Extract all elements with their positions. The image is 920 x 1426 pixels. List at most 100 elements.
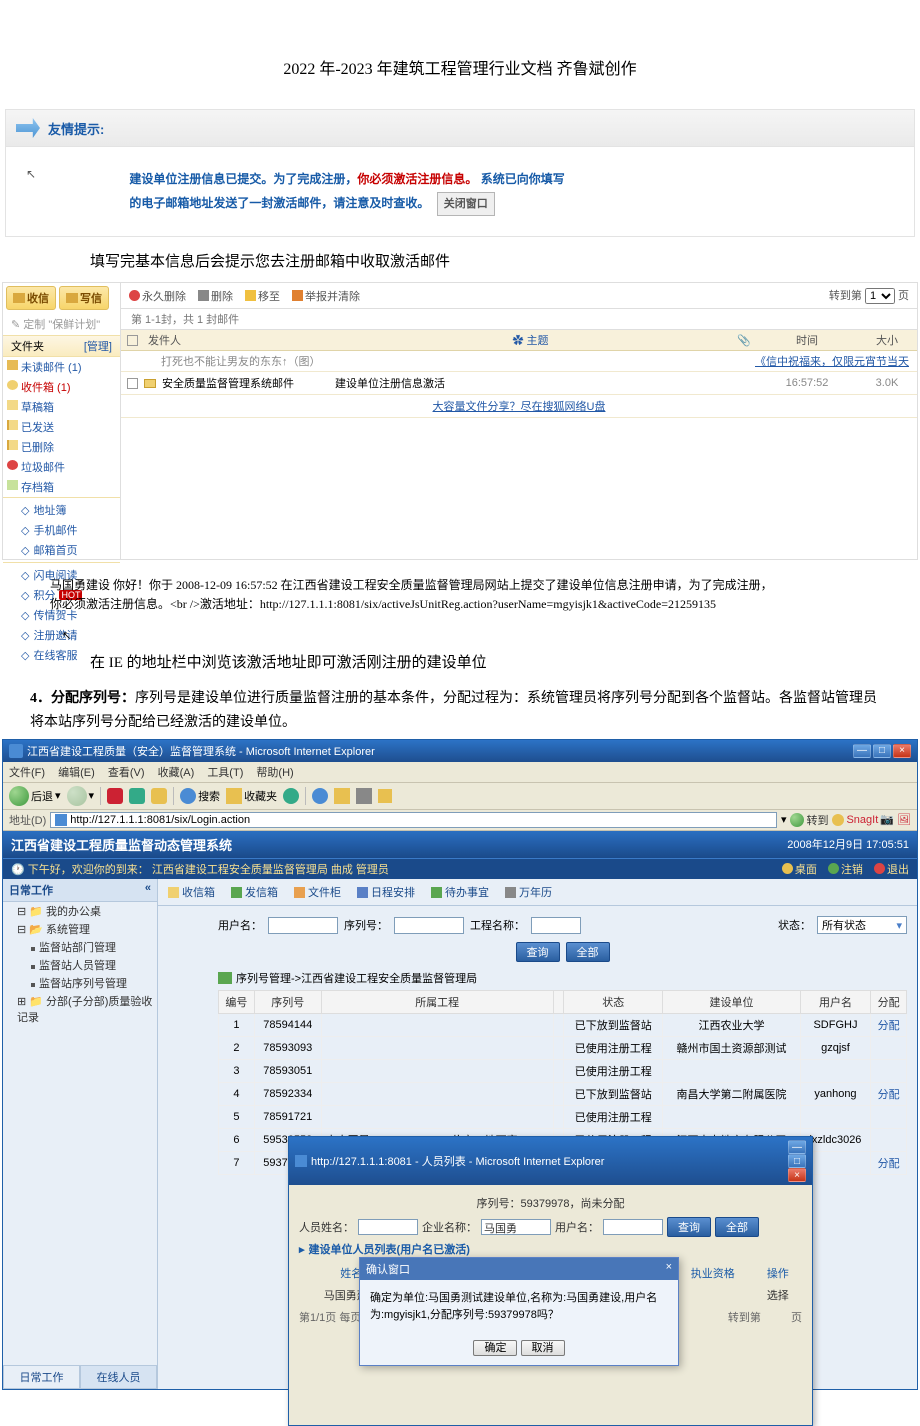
date-header[interactable]: 时间 xyxy=(757,332,857,348)
footer-tab-online[interactable]: 在线人员 xyxy=(80,1365,157,1389)
select-all-checkbox[interactable] xyxy=(127,335,138,346)
from-header[interactable]: 发件人 xyxy=(144,332,324,348)
print-icon[interactable] xyxy=(356,788,372,804)
menu-tools[interactable]: 工具(T) xyxy=(207,767,243,779)
close-button[interactable]: × xyxy=(893,744,911,758)
back-button[interactable]: 后退 ▾ xyxy=(9,786,61,806)
stop-icon[interactable] xyxy=(107,788,123,804)
person-list-popup: http://127.1.1.1:8081 - 人员列表 - Microsoft… xyxy=(288,1136,813,1426)
select-link[interactable]: 选择 xyxy=(756,1285,800,1305)
media-icon[interactable] xyxy=(283,788,299,804)
archive-folder[interactable]: 存档箱 xyxy=(3,477,120,497)
deleted-folder[interactable]: 已删除 xyxy=(3,437,120,457)
receive-mail-tab[interactable]: 收信 xyxy=(6,286,56,310)
tab-schedule[interactable]: 日程安排 xyxy=(353,882,419,902)
favorites-button[interactable]: 收藏夹 xyxy=(226,788,277,804)
tree-serial-manage[interactable]: 监督站序列号管理 xyxy=(3,974,157,992)
mail-promo-link[interactable]: ✎ 定制 "保鲜计划" xyxy=(3,313,120,335)
confirm-cancel-button[interactable]: 取消 xyxy=(521,1340,565,1356)
write-mail-tab[interactable]: 写信 xyxy=(59,286,109,310)
tab-outbox[interactable]: 发信箱 xyxy=(227,882,282,902)
menu-favorites[interactable]: 收藏(A) xyxy=(158,767,195,779)
ad-left-text[interactable]: 打死也不能让男友的东东↑（图） xyxy=(121,353,321,369)
desktop-button[interactable]: 桌面 xyxy=(782,861,817,877)
row-checkbox[interactable] xyxy=(127,378,138,389)
size-header[interactable]: 大小 xyxy=(857,332,917,348)
tree-dept-manage[interactable]: 监督站部门管理 xyxy=(3,938,157,956)
udisk-link[interactable]: 大容量文件分享？尽在搜狐网络U盘 xyxy=(433,401,606,413)
manage-folders-link[interactable]: [管理] xyxy=(84,338,112,354)
allocate-link[interactable]: 分配 xyxy=(871,1152,907,1175)
ad-right-text[interactable]: 《信中祝福来，仅限元宵节当天 xyxy=(321,353,917,369)
exit-button[interactable]: 退出 xyxy=(874,861,909,877)
input-project[interactable] xyxy=(531,917,581,934)
logoff-button[interactable]: 注销 xyxy=(828,861,863,877)
subject-header[interactable]: ✿ 主题 xyxy=(324,332,737,348)
status-select[interactable]: 所有状态▾ xyxy=(817,916,907,934)
sent-folder[interactable]: 已发送 xyxy=(3,417,120,437)
popup-maximize-button[interactable]: □ xyxy=(788,1154,806,1168)
menu-edit[interactable]: 编辑(E) xyxy=(58,767,95,779)
forward-button[interactable]: ▾ xyxy=(67,786,95,806)
menu-help[interactable]: 帮助(H) xyxy=(256,767,293,779)
address-dropdown[interactable]: ▾ xyxy=(781,813,787,826)
go-button[interactable]: 转到 xyxy=(790,812,828,828)
tree-system-manage[interactable]: ⊟ 📂 系统管理 xyxy=(3,920,157,938)
drafts-folder[interactable]: 草稿箱 xyxy=(3,397,120,417)
allocate-link[interactable]: 分配 xyxy=(871,1014,907,1037)
tree-quality-record[interactable]: ⊞ 📁 分部(子分部)质量验收记录 xyxy=(3,992,157,1026)
popup-minimize-button[interactable]: — xyxy=(788,1140,806,1154)
maximize-button[interactable]: □ xyxy=(873,744,891,758)
report-button[interactable]: 举报并清除 xyxy=(292,288,360,304)
mobile-mail-link[interactable]: ◇ 手机邮件 xyxy=(3,520,120,540)
input-username[interactable] xyxy=(603,1219,663,1235)
menu-view[interactable]: 查看(V) xyxy=(108,767,145,779)
page-select[interactable]: 1 xyxy=(865,288,895,304)
delete-button[interactable]: 删除 xyxy=(198,288,233,304)
query-button[interactable]: 查询 xyxy=(516,942,560,962)
minimize-button[interactable]: — xyxy=(853,744,871,758)
mail-message-row[interactable]: 安全质量监督管理系统邮件 建设单位注册信息激活 16:57:52 3.0K xyxy=(121,372,917,395)
mailbox-home-link[interactable]: ◇ 邮箱首页 xyxy=(3,540,120,560)
footer-tab-daily[interactable]: 日常工作 xyxy=(3,1365,80,1389)
logoff-icon xyxy=(828,863,839,874)
input-user[interactable] xyxy=(268,917,338,934)
tab-file-cabinet[interactable]: 文件柜 xyxy=(290,882,345,902)
popup-query-button[interactable]: 查询 xyxy=(667,1217,711,1237)
menu-file[interactable]: 文件(F) xyxy=(9,767,45,779)
unread-folder[interactable]: 未读邮件 (1) xyxy=(3,357,120,377)
tab-todo[interactable]: 待办事宜 xyxy=(427,882,493,902)
popup-close-button[interactable]: × xyxy=(788,1168,806,1182)
move-button[interactable]: 移至 xyxy=(245,288,280,304)
table-cell: 已使用注册工程 xyxy=(564,1037,663,1060)
tab-calendar[interactable]: 万年历 xyxy=(501,882,556,902)
table-cell: 已下放到监督站 xyxy=(564,1083,663,1106)
dropdown-icon[interactable] xyxy=(378,789,392,803)
tab-inbox[interactable]: 收信箱 xyxy=(164,882,219,902)
popup-all-button[interactable]: 全部 xyxy=(715,1217,759,1237)
tree-my-desk[interactable]: ⊟ 📁 我的办公桌 xyxy=(3,902,157,920)
allocate-link[interactable]: 分配 xyxy=(871,1083,907,1106)
search-button[interactable]: 搜索 xyxy=(180,788,220,804)
table-row: 378593051已使用注册工程 xyxy=(219,1060,907,1083)
refresh-icon[interactable] xyxy=(129,788,145,804)
contacts-link[interactable]: ◇ 地址簿 xyxy=(3,500,120,520)
mail-icon[interactable] xyxy=(334,788,350,804)
junk-folder[interactable]: 垃圾邮件 xyxy=(3,457,120,477)
archive-icon xyxy=(7,480,18,490)
all-button[interactable]: 全部 xyxy=(566,942,610,962)
input-serial[interactable] xyxy=(394,917,464,934)
snagit-button[interactable]: SnagIt 📷 🖼 xyxy=(832,813,911,826)
address-input[interactable]: http://127.1.1.1:8081/six/Login.action xyxy=(50,812,777,828)
tree-staff-manage[interactable]: 监督站人员管理 xyxy=(3,956,157,974)
input-person-name[interactable] xyxy=(358,1219,418,1235)
confirm-close-button[interactable]: × xyxy=(666,1261,672,1277)
inbox-folder[interactable]: 收件箱 (1) xyxy=(3,377,120,397)
confirm-ok-button[interactable]: 确定 xyxy=(473,1340,517,1356)
input-company[interactable]: 马国勇 xyxy=(481,1219,551,1235)
delete-forever-button[interactable]: 永久删除 xyxy=(129,288,186,304)
home-icon[interactable] xyxy=(151,788,167,804)
close-window-button[interactable]: 关闭窗口 xyxy=(437,192,495,216)
history-icon[interactable] xyxy=(312,788,328,804)
collapse-button[interactable]: « xyxy=(145,882,151,898)
